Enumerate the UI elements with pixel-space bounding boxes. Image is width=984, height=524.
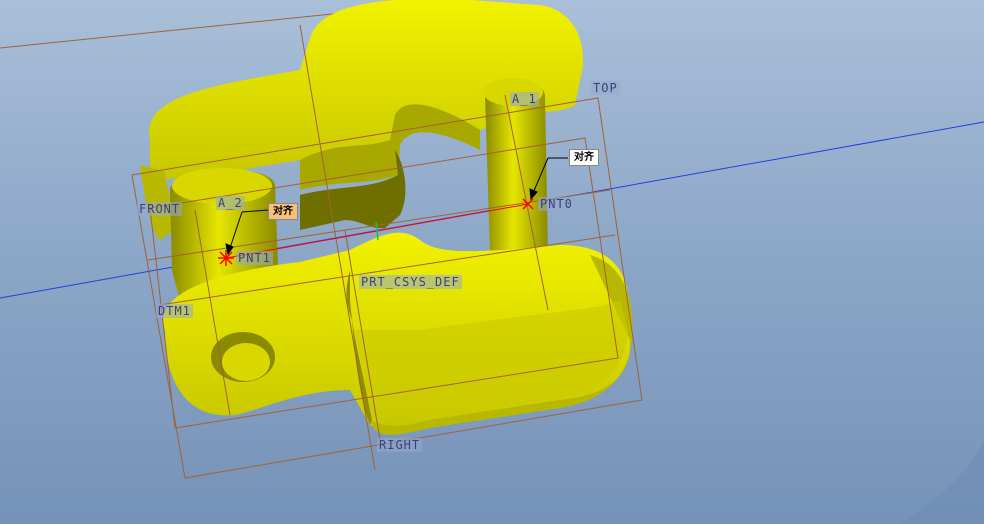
datum-top-label[interactable]: TOP [591,81,620,95]
model-viewport[interactable]: TOP A_1 FRONT A_2 PNT0 PNT1 PRT_CSYS_DEF… [0,0,984,524]
model-scene[interactable] [0,0,984,524]
pnt1-marker[interactable] [218,250,234,266]
pin-a1[interactable] [483,78,548,265]
datum-dtm1-label[interactable]: DTM1 [156,304,193,318]
axis-a1-label[interactable]: A_1 [510,92,539,106]
datum-right-label[interactable]: RIGHT [377,438,423,452]
datum-front-label[interactable]: FRONT [137,202,183,216]
viewport-shade [900,440,984,524]
pnt0-align-note[interactable]: 对齐 [569,149,599,166]
point-pnt1-label[interactable]: PNT1 [236,251,273,265]
axis-a2-label[interactable]: A_2 [216,196,245,210]
point-pnt0-label[interactable]: PNT0 [538,197,575,211]
csys-label[interactable]: PRT_CSYS_DEF [359,275,462,289]
pnt1-align-note[interactable]: 对齐 [268,203,298,220]
